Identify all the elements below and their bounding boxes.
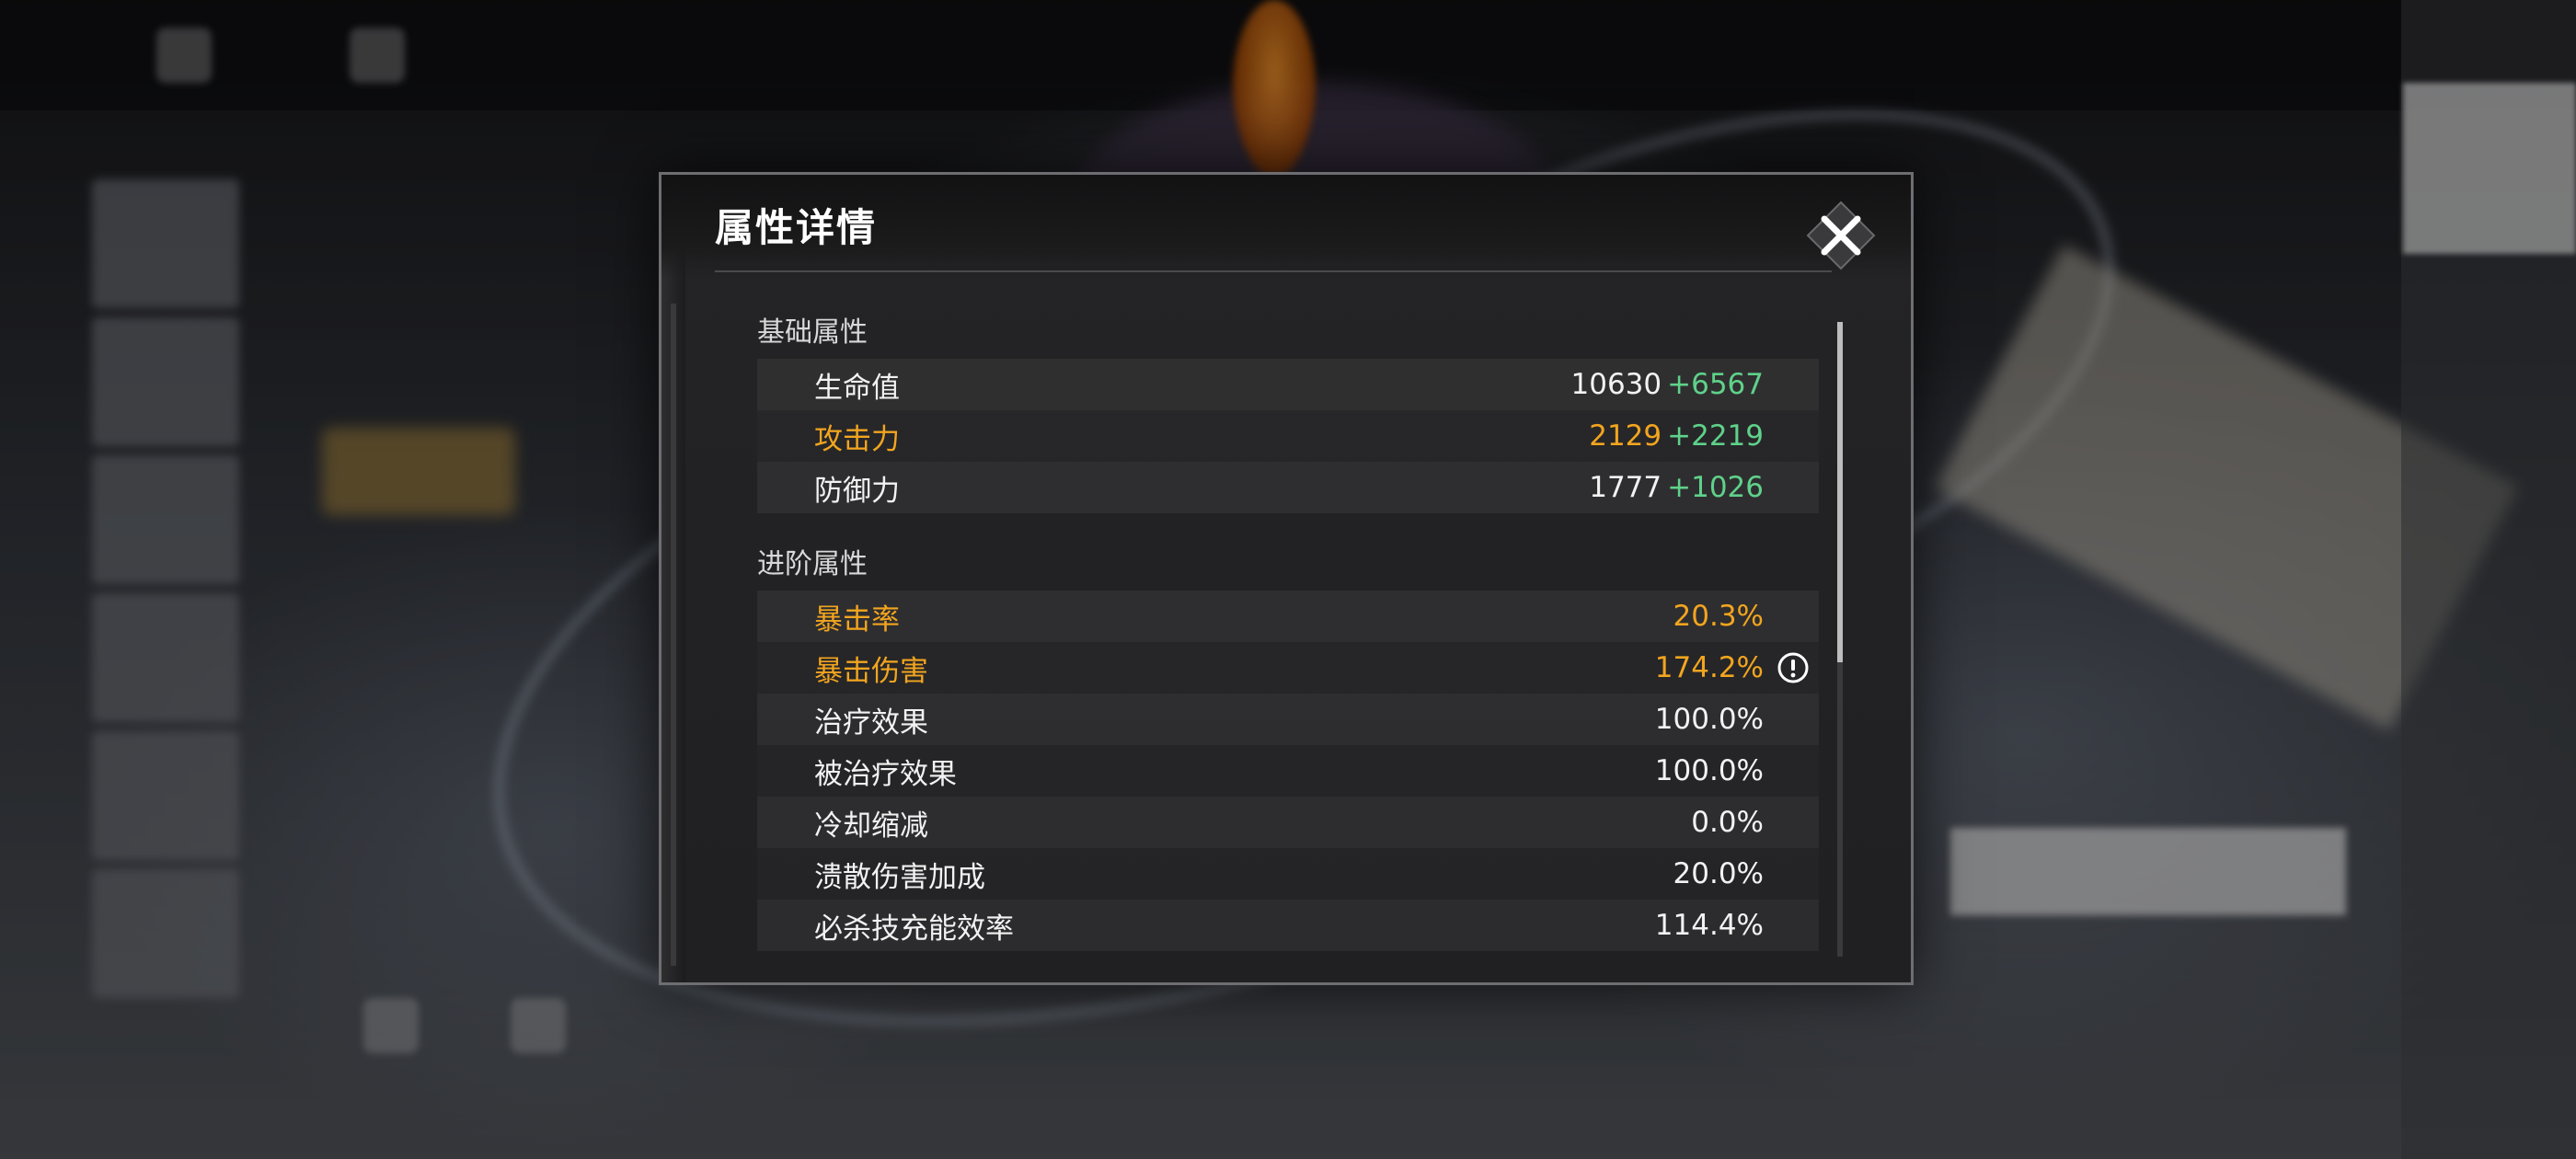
scrollbar-thumb[interactable] xyxy=(1837,322,1843,662)
stat-bonus: +2219 xyxy=(1667,419,1764,453)
close-button[interactable] xyxy=(1802,197,1880,274)
stat-row-attack: 攻击力 2129 +2219 xyxy=(757,410,1819,462)
stat-label: 暴击伤害 xyxy=(814,654,928,688)
stat-label: 攻击力 xyxy=(814,422,900,456)
stat-value: 100.0% xyxy=(1654,703,1764,736)
stat-label: 暴击率 xyxy=(814,602,900,637)
section-title-advanced: 进阶属性 xyxy=(757,548,868,580)
modal-title: 属性详情 xyxy=(715,205,878,250)
section-title-basic: 基础属性 xyxy=(757,316,868,349)
stat-value: 114.4% xyxy=(1654,909,1764,942)
stat-label: 生命值 xyxy=(814,371,900,405)
stat-row-healed: 被治疗效果 100.0% xyxy=(757,745,1819,797)
stat-row-break-damage: 溃散伤害加成 20.0% xyxy=(757,848,1819,900)
stat-row-hp: 生命值 10630 +6567 xyxy=(757,359,1819,410)
stat-value: 174.2% xyxy=(1654,651,1764,684)
stat-label: 必杀技充能效率 xyxy=(814,912,1014,946)
stat-row-cooldown: 冷却缩减 0.0% xyxy=(757,797,1819,848)
stat-value: 10630 +6567 xyxy=(1570,368,1765,401)
stats-scroll-area[interactable]: 基础属性 生命值 10630 +6567 攻击力 2129 +2219 防御力 17… xyxy=(661,294,1911,975)
stat-bonus: +6567 xyxy=(1667,368,1764,401)
stat-value: 100.0% xyxy=(1654,754,1764,787)
exclamation-info-icon[interactable] xyxy=(1777,651,1810,684)
stat-label: 被治疗效果 xyxy=(814,757,957,791)
stat-bonus: +1026 xyxy=(1667,471,1764,504)
stat-value: 1777 +1026 xyxy=(1589,471,1764,504)
stat-value: 2129 +2219 xyxy=(1589,419,1764,453)
stat-label: 防御力 xyxy=(814,474,900,508)
close-x-icon xyxy=(1806,201,1876,270)
stat-value: 20.0% xyxy=(1673,857,1764,890)
stat-label: 溃散伤害加成 xyxy=(814,860,985,894)
stat-row-ultimate-charge: 必杀技充能效率 114.4% xyxy=(757,900,1819,951)
stat-row-healing: 治疗效果 100.0% xyxy=(757,694,1819,745)
stat-label: 冷却缩减 xyxy=(814,809,928,843)
header-divider xyxy=(715,270,1832,272)
stat-row-crit-damage: 暴击伤害 174.2% xyxy=(757,642,1819,694)
stat-label: 治疗效果 xyxy=(814,706,928,740)
stat-row-defense: 防御力 1777 +1026 xyxy=(757,462,1819,513)
stat-value: 20.3% xyxy=(1673,600,1764,633)
stat-row-crit-rate: 暴击率 20.3% xyxy=(757,591,1819,642)
stat-value: 0.0% xyxy=(1691,806,1764,839)
attribute-details-modal: 属性详情 基础属性 生命值 10630 +6567 攻击力 2129 +2219 防… xyxy=(659,172,1914,985)
